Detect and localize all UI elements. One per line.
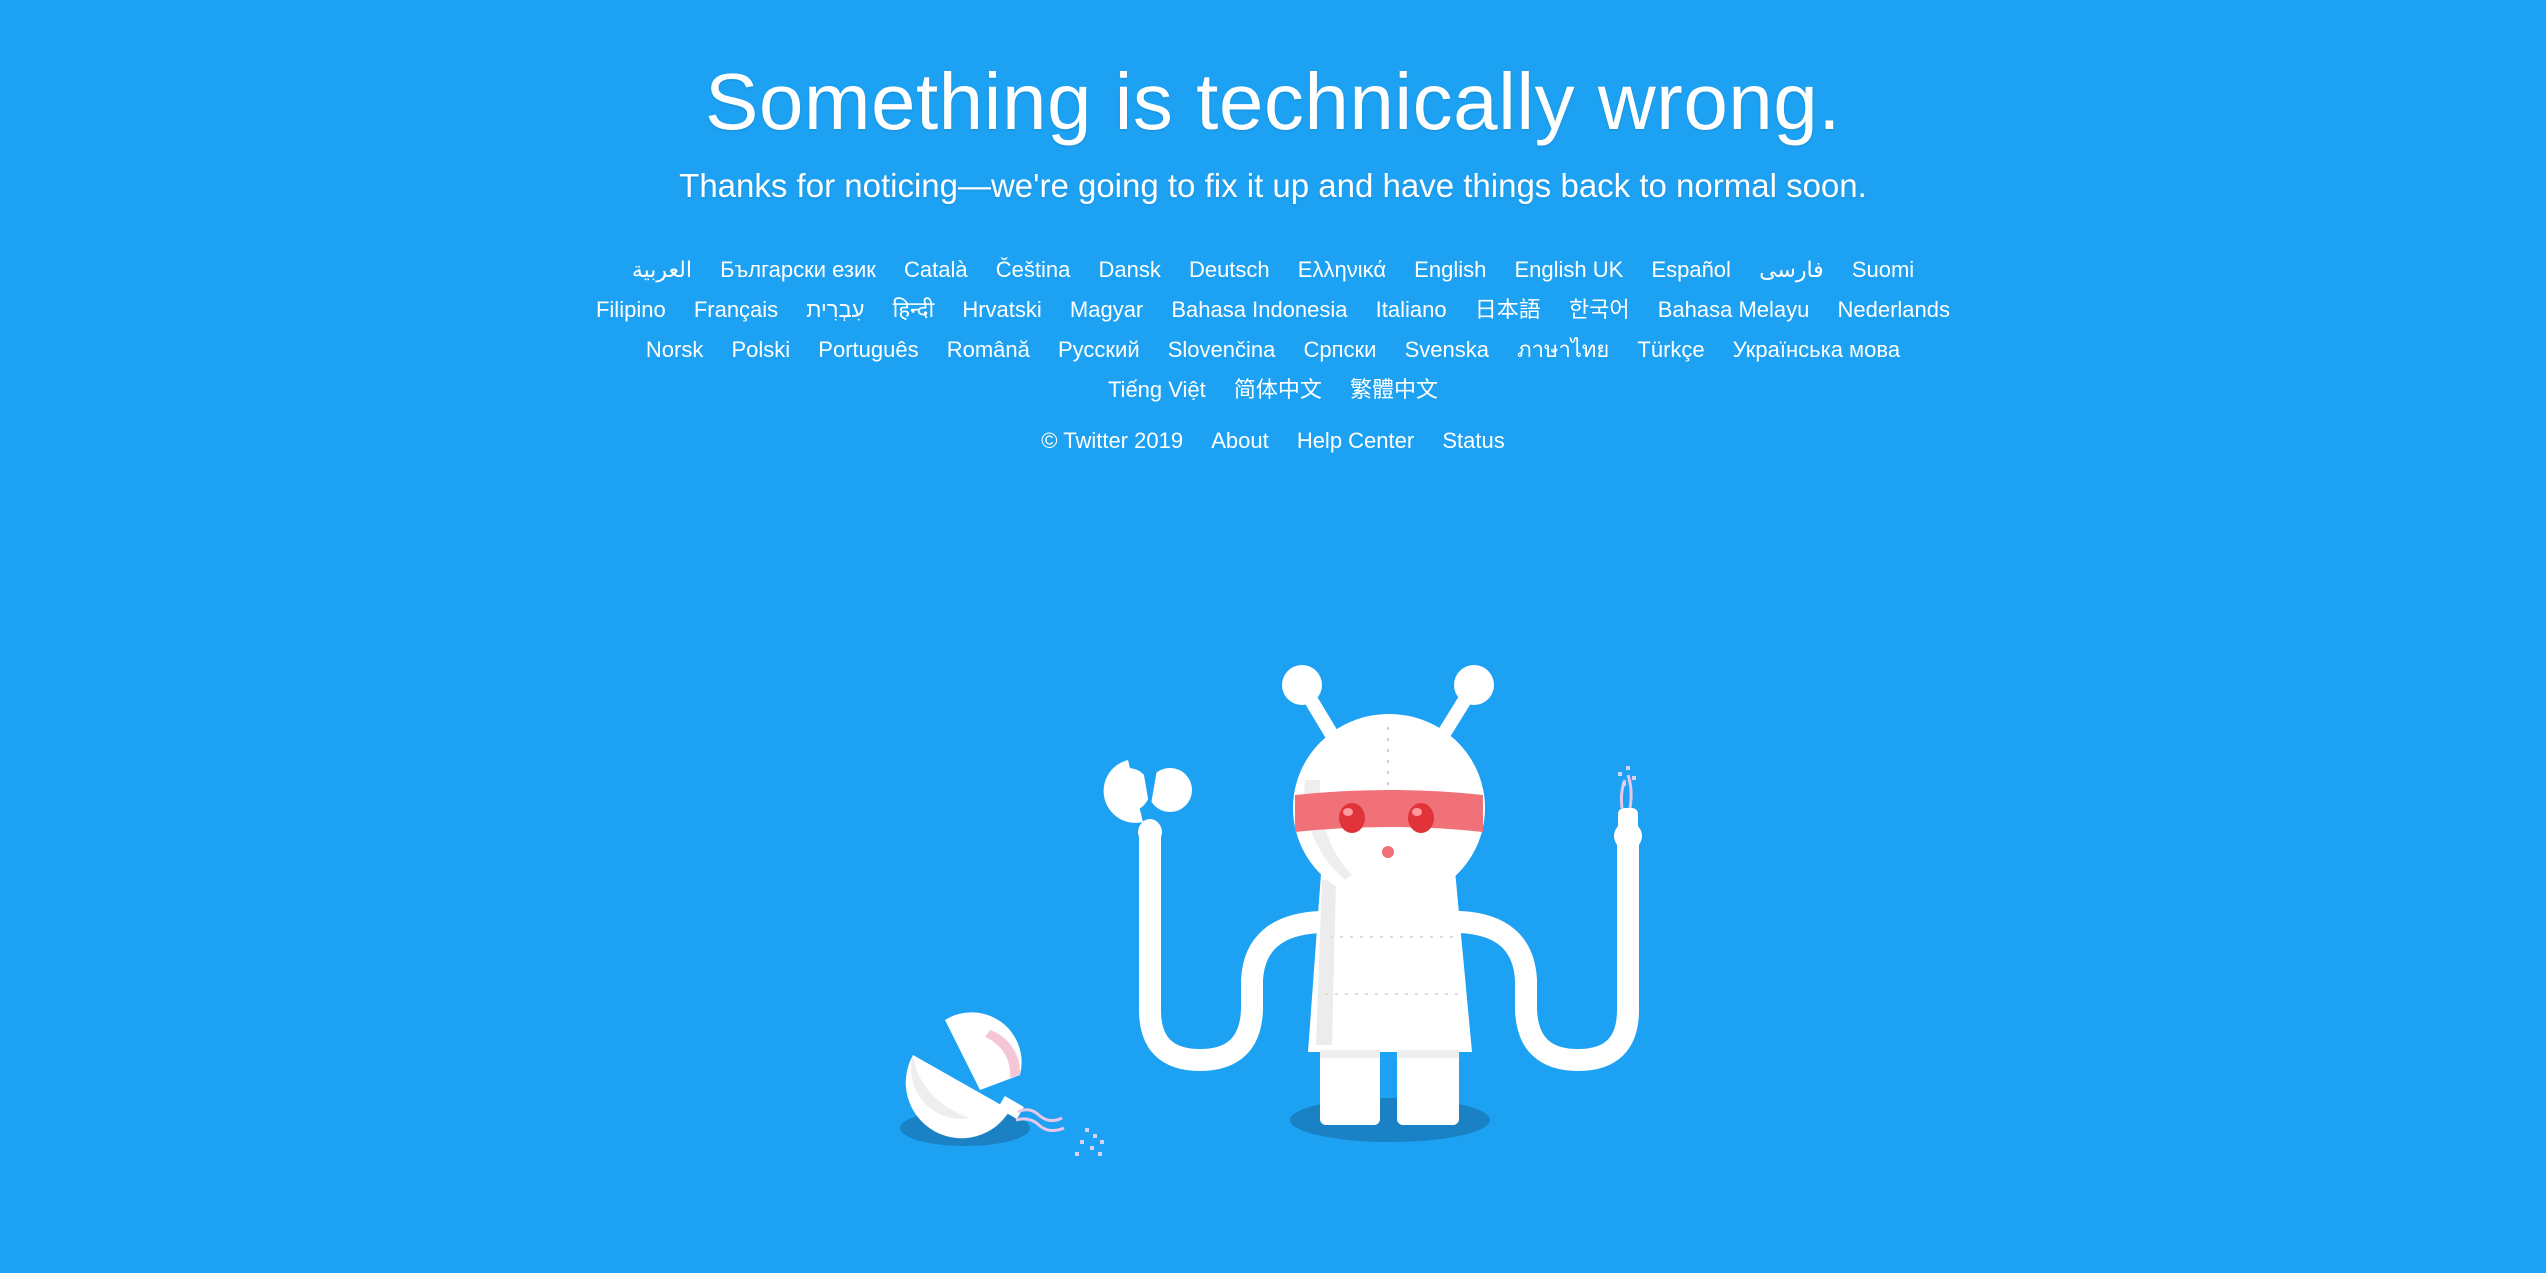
robot-head xyxy=(1293,714,1485,902)
copyright-text: © Twitter 2019 xyxy=(1041,428,1184,453)
language-link[interactable]: ภาษาไทย xyxy=(1517,337,1609,362)
language-link[interactable]: Русский xyxy=(1058,337,1140,362)
language-link[interactable]: Српски xyxy=(1304,337,1377,362)
language-link[interactable]: Nederlands xyxy=(1838,297,1951,322)
language-link[interactable]: Svenska xyxy=(1405,337,1489,362)
language-link[interactable]: Bahasa Melayu xyxy=(1658,297,1810,322)
language-link[interactable]: Filipino xyxy=(596,297,666,322)
language-link[interactable]: Bahasa Indonesia xyxy=(1171,297,1347,322)
footer: © Twitter 2019 About Help Center Status xyxy=(0,424,2546,458)
language-link[interactable]: हिन्दी xyxy=(893,297,935,322)
language-link[interactable]: English xyxy=(1414,257,1486,282)
page-title: Something is technically wrong. xyxy=(704,57,1842,146)
broken-wrist-icon xyxy=(1614,766,1642,850)
language-link[interactable]: Български език xyxy=(720,257,876,282)
language-link[interactable]: Polski xyxy=(731,337,790,362)
language-link[interactable]: Français xyxy=(694,297,778,322)
language-link[interactable]: Ελληνικά xyxy=(1298,257,1386,282)
language-link[interactable]: Deutsch xyxy=(1189,257,1270,282)
language-link[interactable]: Português xyxy=(818,337,918,362)
footer-link-help-center[interactable]: Help Center xyxy=(1297,428,1414,453)
page-subtitle: Thanks for noticing—we're going to fix i… xyxy=(679,167,1867,204)
left-leg xyxy=(1320,1050,1380,1125)
claw-hand-icon xyxy=(1103,758,1192,844)
language-link[interactable]: Magyar xyxy=(1070,297,1143,322)
language-link[interactable]: Español xyxy=(1651,257,1731,282)
right-arm xyxy=(1449,824,1639,1072)
language-link[interactable]: Türkçe xyxy=(1637,337,1704,362)
right-leg xyxy=(1397,1050,1459,1125)
language-link[interactable]: Slovenčina xyxy=(1168,337,1276,362)
error-page: Something is technically wrong. Thanks f… xyxy=(0,0,2546,1273)
language-link[interactable]: Українська мова xyxy=(1733,337,1900,362)
language-link[interactable]: Čeština xyxy=(996,257,1071,282)
language-link[interactable]: العربية xyxy=(632,257,692,282)
language-link[interactable]: Italiano xyxy=(1376,297,1447,322)
language-link[interactable]: 日本語 xyxy=(1475,297,1541,322)
language-link[interactable]: English UK xyxy=(1514,257,1623,282)
language-list: العربية Български език Català Čeština Da… xyxy=(573,250,1973,410)
language-link[interactable]: Română xyxy=(947,337,1030,362)
language-link[interactable]: עִבְרִית xyxy=(806,297,864,322)
robot-mouth-icon xyxy=(1382,846,1394,858)
footer-link-status[interactable]: Status xyxy=(1442,428,1504,453)
language-link[interactable]: فارسی xyxy=(1759,257,1824,282)
language-link[interactable]: 繁體中文 xyxy=(1350,377,1438,402)
language-link[interactable]: Català xyxy=(904,257,968,282)
left-arm xyxy=(1139,819,1331,1072)
language-link[interactable]: Hrvatski xyxy=(962,297,1041,322)
language-link[interactable]: Norsk xyxy=(646,337,703,362)
language-link[interactable]: Suomi xyxy=(1852,257,1914,282)
broken-robot-illustration xyxy=(900,665,1642,1156)
footer-link-about[interactable]: About xyxy=(1211,428,1269,453)
language-link[interactable]: 简体中文 xyxy=(1234,377,1322,402)
language-link[interactable]: Dansk xyxy=(1098,257,1160,282)
language-link[interactable]: Tiếng Việt xyxy=(1108,377,1206,402)
language-link[interactable]: 한국어 xyxy=(1569,297,1630,322)
